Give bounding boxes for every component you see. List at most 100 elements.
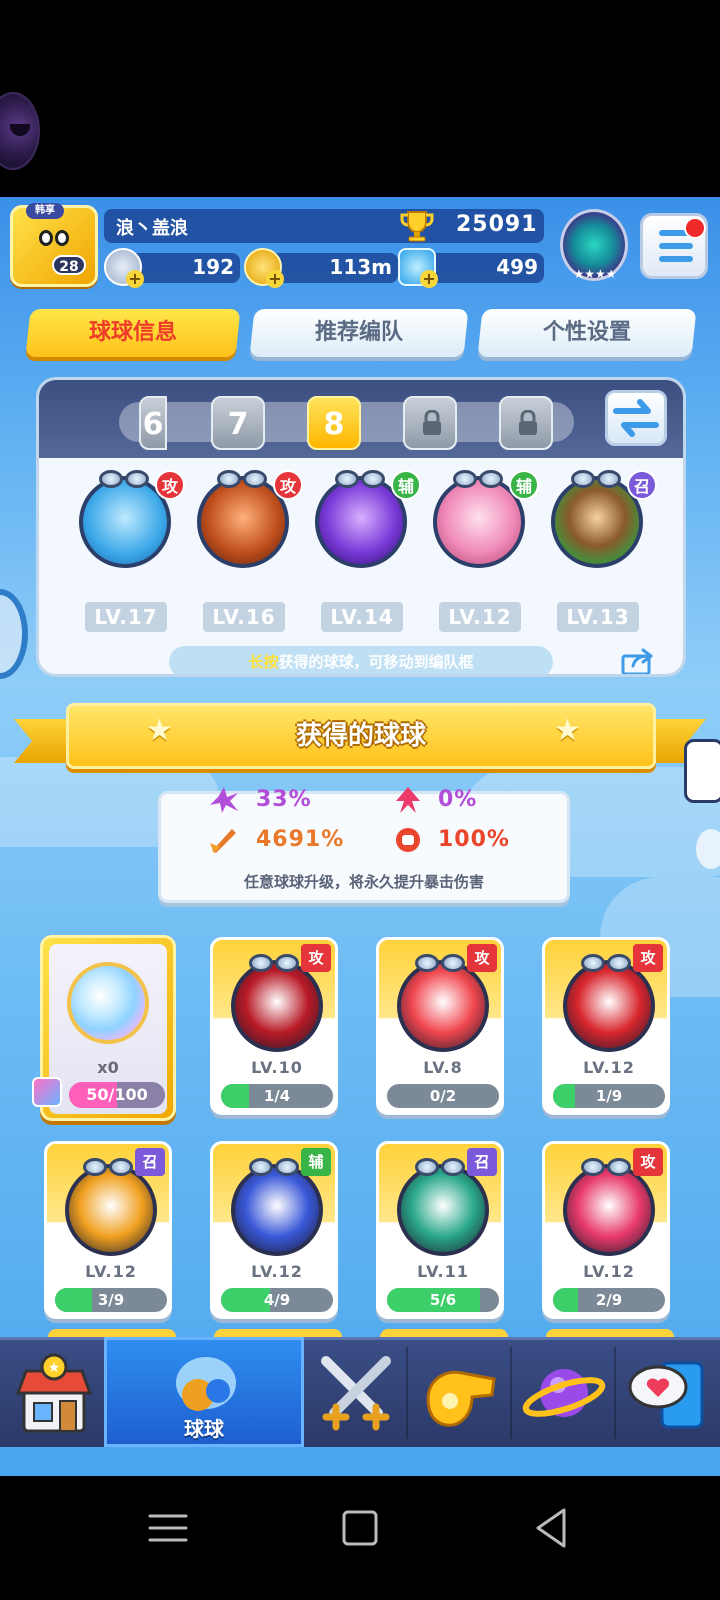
card-progress-bar: 5/6 xyxy=(387,1288,499,1312)
card-progress-text: 4/9 xyxy=(263,1291,291,1309)
ball-portrait xyxy=(65,1158,157,1256)
crit-description: 任意球球升级，将永久提升暴击伤害 xyxy=(243,873,484,891)
side-cube-icon[interactable] xyxy=(696,829,720,869)
ball-card[interactable]: 攻 LV.10 1/4 xyxy=(210,937,338,1115)
side-event-icon[interactable] xyxy=(684,739,720,803)
back-icon[interactable] xyxy=(522,1498,582,1558)
card-progress-bar: 1/9 xyxy=(553,1084,665,1108)
card-progress-bar: 1/4 xyxy=(221,1084,333,1108)
card-progress-text: 3/9 xyxy=(97,1291,125,1309)
notification-dot xyxy=(684,217,706,239)
ball-card[interactable]: 召 LV.12 3/9 xyxy=(44,1141,172,1319)
team-slot-locked[interactable] xyxy=(403,396,457,450)
energy-value: 192 xyxy=(192,255,234,279)
nav-separator xyxy=(614,1347,616,1439)
team-slot-8[interactable]: 8 xyxy=(307,396,361,450)
ball-type-tag: 召 xyxy=(135,1148,165,1176)
share-icon[interactable] xyxy=(621,648,655,676)
ball-level: LV.12 xyxy=(583,1058,635,1077)
crossed-swords-icon[interactable] xyxy=(306,1343,406,1447)
lock-icon xyxy=(519,410,537,435)
whistle-icon[interactable] xyxy=(410,1343,510,1447)
card-progress-bar: 2/9 xyxy=(553,1288,665,1312)
ball-portrait xyxy=(397,954,489,1052)
trophy-icon xyxy=(400,211,434,242)
energy-icon[interactable]: + xyxy=(104,248,144,288)
ball-level: LV.11 xyxy=(417,1262,469,1281)
ball-portrait xyxy=(231,954,323,1052)
ball-portrait xyxy=(231,1158,323,1256)
tab-ball-info[interactable]: 球球信息 xyxy=(25,309,241,357)
support-tag: 辅 xyxy=(391,470,421,500)
puzzle-piece-icon xyxy=(32,1077,62,1107)
ball-type-tag: 攻 xyxy=(467,944,497,972)
swap-team-button[interactable] xyxy=(605,390,667,446)
team-slot-6[interactable]: 6 xyxy=(139,396,167,450)
crit-rate-icon xyxy=(210,787,238,813)
ball-card[interactable]: 召 LV.11 5/6 xyxy=(376,1141,504,1319)
diamond-icon[interactable]: + xyxy=(398,248,438,288)
game-screen: 韩享 28 浪丶盖浪 25091 + 192 + 113m + 499 ★★★★… xyxy=(0,197,720,1476)
ball-card[interactable]: 攻 LV.12 1/9 xyxy=(542,937,670,1115)
team-slot-7[interactable]: 7 xyxy=(211,396,265,450)
power-value: 100% xyxy=(438,827,510,852)
crit-boost-value: 0% xyxy=(438,787,478,812)
menu-icon[interactable] xyxy=(138,1498,198,1558)
ball-type-tag: 攻 xyxy=(301,944,331,972)
home-icon[interactable] xyxy=(330,1498,390,1558)
ball-card[interactable]: 攻 LV.12 2/9 xyxy=(542,1141,670,1319)
planet-icon[interactable] xyxy=(514,1343,614,1447)
team-ball-level: LV.16 xyxy=(203,602,285,632)
hint-highlight: 长按 xyxy=(248,653,279,671)
tab-recommended-team[interactable]: 推荐编队 xyxy=(249,309,469,357)
avatar-badge: 韩享 xyxy=(26,203,64,219)
card-progress-text: 1/4 xyxy=(263,1087,291,1105)
ball-type-tag: 召 xyxy=(467,1148,497,1176)
ball-type-tag: 攻 xyxy=(633,1148,663,1176)
star-icon: ★ xyxy=(554,713,581,748)
tab-label: 个性设置 xyxy=(542,320,631,345)
crit-damage-icon xyxy=(210,829,236,853)
card-progress-bar: 0/2 xyxy=(387,1084,499,1108)
ball-portrait xyxy=(563,1158,655,1256)
star-icon: ★ xyxy=(146,713,173,748)
ball-level: LV.10 xyxy=(251,1058,303,1077)
tab-label: 球球信息 xyxy=(88,320,177,345)
shop-icon[interactable]: ★ xyxy=(4,1343,104,1447)
nav-separator xyxy=(510,1347,512,1439)
card-progress-text: 2/9 xyxy=(595,1291,623,1309)
team-ball-level: LV.12 xyxy=(439,602,521,632)
player-name: 浪丶盖浪 xyxy=(116,218,188,239)
chat-heart-icon[interactable] xyxy=(618,1343,718,1447)
team-slot-locked[interactable] xyxy=(499,396,553,450)
tab-personal-settings[interactable]: 个性设置 xyxy=(477,309,697,357)
slot-label: 7 xyxy=(227,407,249,442)
drag-hint: 长按获得的球球，可移动到编队框 xyxy=(169,646,553,674)
ball-portrait xyxy=(397,1158,489,1256)
support-tag: 辅 xyxy=(509,470,539,500)
diamond-value: 499 xyxy=(496,255,538,279)
card-progress-bar: 3/9 xyxy=(55,1288,167,1312)
upgrade-progress-text: 50/100 xyxy=(86,1085,148,1104)
swap-icon xyxy=(613,399,659,437)
nav-label-balls: 球球 xyxy=(184,1417,224,1441)
slot-label: 6 xyxy=(142,407,164,442)
rank-stars: ★★★★ xyxy=(573,267,617,281)
summon-tag: 召 xyxy=(627,470,657,500)
crit-rate-value: 33% xyxy=(256,787,312,812)
slot-label: 8 xyxy=(323,407,345,442)
team-ball-level: LV.14 xyxy=(321,602,403,632)
ball-card[interactable]: 辅 LV.12 4/9 xyxy=(210,1141,338,1319)
card-progress-bar: 4/9 xyxy=(221,1288,333,1312)
ball-type-tag: 攻 xyxy=(633,944,663,972)
side-floating-button[interactable] xyxy=(0,589,28,679)
team-ball-level: LV.17 xyxy=(85,602,167,632)
status-area xyxy=(0,0,720,197)
card-progress-text: 5/6 xyxy=(429,1291,457,1309)
ball-level: LV.12 xyxy=(583,1262,635,1281)
ball-level: LV.8 xyxy=(423,1058,463,1077)
ball-level: LV.12 xyxy=(85,1262,137,1281)
upgrade-progress: 50/100 xyxy=(69,1082,165,1108)
ball-card[interactable]: 攻 LV.8 0/2 xyxy=(376,937,504,1115)
gold-coin-icon[interactable]: + xyxy=(244,248,284,288)
